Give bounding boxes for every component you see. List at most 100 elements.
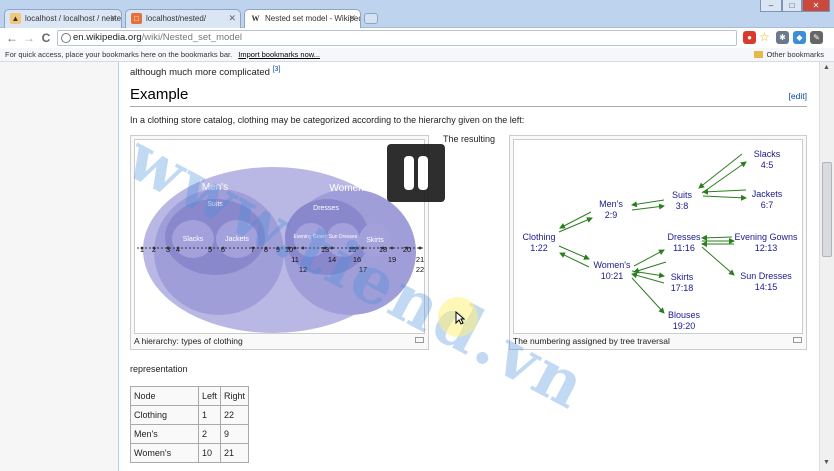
citation-link[interactable]: [3] [273,66,281,73]
star-icon[interactable]: ☆ [758,31,771,44]
bookmarks-hint: For quick access, place your bookmarks h… [5,50,233,59]
tree-edges [558,153,747,314]
womens-label: Women's [329,183,370,194]
table-row: Men's 2 9 [130,424,250,444]
close-window-button[interactable]: ✕ [802,0,830,12]
traversal-number: 4 [176,245,180,254]
tree-edge-arrow [558,245,590,260]
traversal-tick [140,246,144,250]
figure-tree: Clothing 1:22 Men's 2:9 Women's 10:21 Suits 3:8… [509,135,807,350]
table-header-row: Node Left Right [130,386,250,406]
address-bar[interactable]: en.wikipedia.org/wiki/Nested_set_model [57,30,737,46]
tab-label: localhost / localhost / neste [25,14,122,23]
tree-edge-arrow [698,153,743,189]
import-bookmarks-link[interactable]: Import bookmarks now... [238,50,320,59]
extension-cube-icon[interactable]: ◆ [793,31,806,44]
tree-node-name: Men's [599,199,623,209]
url-host: en.wikipedia.org [73,32,142,43]
cell-left: 1 [197,405,222,425]
folder-icon [754,51,764,58]
other-bookmarks-label: Other bookmarks [766,50,824,59]
pause-icon[interactable] [387,144,445,202]
header-node: Node [130,386,199,406]
tree-edge-arrow [631,277,665,314]
tree-node-name: Blouses [668,310,701,320]
wrench-icon[interactable]: ✎ [810,31,823,44]
tab-wikipedia[interactable]: W Nested set model - Wikiped ✕ [244,9,361,29]
traversal-tick [176,246,180,250]
page-scrollbar[interactable]: ▲ ▼ [819,62,834,471]
mouse-cursor-icon [455,311,465,325]
tree-node-range: 3:8 [676,201,689,211]
tree-node-name: Women's [593,260,631,270]
tree-edge-arrow [631,203,665,211]
tree-diagram[interactable]: Clothing 1:22 Men's 2:9 Women's 10:21 Suits 3:8… [513,139,803,334]
tree-node-range: 1:22 [530,243,548,253]
tab-localhost-nested[interactable]: □ localhost/nested/ ✕ [125,9,241,28]
wikipedia-icon: W [250,13,261,24]
tree-node-name: Evening Gowns [734,232,798,242]
header-right: Right [220,386,250,406]
extension-abp-icon[interactable]: ● [743,31,756,44]
bookmarks-bar: For quick access, place your bookmarks h… [0,48,834,62]
cell-right: 9 [220,424,250,444]
traversal-tick [418,246,422,250]
article-content: although much more complicated [3] Examp… [118,62,819,471]
close-tab-icon[interactable]: ✕ [228,10,236,27]
cell-node: Women's [130,443,199,463]
other-bookmarks-button[interactable]: Other bookmarks [754,48,824,61]
traversal-tick [152,246,156,250]
tree-edge-arrow [701,161,747,194]
representation-text: representation [130,364,188,374]
nested-set-table: Node Left Right Clothing 1 22 Men's 2 9 … [130,386,250,463]
browser-toolbar: ← → C en.wikipedia.org/wiki/Nested_set_m… [0,28,834,48]
new-tab-button[interactable] [364,13,378,24]
table-row: Clothing 1 22 [130,405,250,425]
minimize-button[interactable]: – [760,0,782,12]
tree-node-name: Slacks [754,149,781,159]
back-button[interactable]: ← [4,30,20,46]
tree-edge-arrow [631,199,665,208]
enlarge-icon[interactable] [793,337,802,343]
tree-node-range: 17:18 [671,283,694,293]
tree-node-range: 11:16 [673,243,695,253]
traversal-tick [221,246,225,250]
slacks-label: Slacks [183,236,204,243]
table-row: Women's 10 21 [130,443,250,463]
tree-node-range: 2:9 [605,210,618,220]
close-tab-icon[interactable]: ✕ [109,10,117,27]
traversal-tick [405,246,409,250]
edit-link[interactable]: [edit] [789,91,807,101]
tree-node-range: 12:13 [755,243,778,253]
tree-node-range: 14:15 [755,282,778,292]
heading-text: Example [130,86,189,103]
tab-phpmyadmin[interactable]: ▲ localhost / localhost / neste ✕ [4,9,122,28]
cell-node: Men's [130,424,199,444]
close-tab-icon[interactable]: ✕ [348,10,356,27]
scroll-thumb[interactable] [822,162,832,257]
tab-label: localhost/nested/ [146,14,207,23]
globe-icon [61,33,71,43]
maximize-button[interactable]: □ [782,0,802,12]
tree-node-name: Skirts [671,272,694,282]
tree-node-name: Suits [672,190,693,200]
url-path: /wiki/Nested_set_model [141,32,242,43]
intro-text: although much more complicated [130,67,270,79]
clothing-label: Clothing [254,153,313,170]
tree-node-range: 6:7 [761,200,774,210]
intro-line: although much more complicated [3] [130,66,280,78]
tab-label: Nested set model - Wikiped [265,14,361,23]
page-icon: □ [131,13,142,24]
reload-button[interactable]: C [38,30,54,46]
tree-node-range: 19:20 [673,321,696,331]
traversal-number: 1 [140,245,144,254]
cell-right: 22 [220,405,250,425]
extension-puzzle-icon[interactable]: ✱ [776,31,789,44]
forward-button[interactable]: → [21,30,37,46]
cell-node: Clothing [130,405,199,425]
tree-edge-arrow [701,234,733,241]
scroll-up-icon[interactable]: ▲ [823,64,830,71]
tree-node-range: 10:21 [601,271,624,281]
scroll-down-icon[interactable]: ▼ [823,459,830,466]
traversal-number: 5 [208,245,212,254]
